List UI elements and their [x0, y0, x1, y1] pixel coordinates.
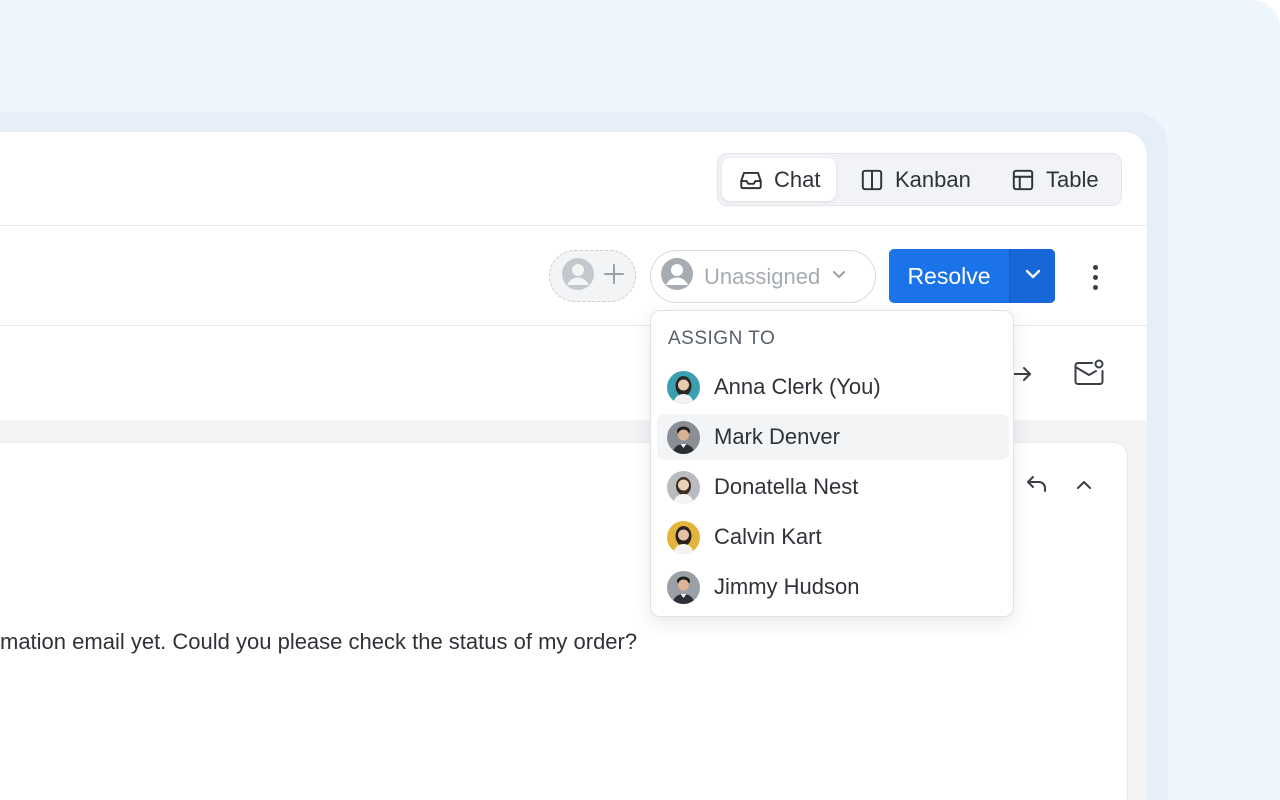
resolve-split-button: Resolve: [889, 249, 1055, 303]
assignee-option[interactable]: Calvin Kart: [657, 514, 1009, 560]
tab-kanban-label: Kanban: [895, 166, 971, 192]
tab-chat-label: Chat: [774, 166, 821, 192]
reply-icon: [1024, 476, 1050, 501]
table-icon: [1010, 167, 1036, 193]
dropdown-header: ASSIGN TO: [668, 328, 776, 349]
assignee-select-label: Unassigned: [704, 263, 821, 289]
assignee-name: Donatella Nest: [714, 474, 859, 499]
assignee-name: Jimmy Hudson: [714, 574, 860, 599]
tab-chat[interactable]: Chat: [722, 158, 837, 201]
plus-icon: [603, 263, 625, 290]
avatar: [667, 470, 700, 504]
chevron-up-icon: [1072, 481, 1096, 501]
avatar: [667, 420, 700, 454]
collapse-button[interactable]: [1072, 473, 1096, 502]
app-background: Chat Kanban Table Unassigned Resolve mat…: [0, 0, 1280, 800]
tab-table[interactable]: Table: [1010, 158, 1099, 201]
chevron-down-icon: [830, 265, 848, 288]
assign-dropdown: ASSIGN TO Anna Clerk (You) Mark Denver D…: [650, 310, 1014, 617]
chevron-down-icon: [1022, 263, 1044, 290]
resolve-options-button[interactable]: [1009, 249, 1055, 303]
user-placeholder-icon: [660, 257, 694, 296]
avatar: [667, 520, 700, 554]
mail-notification-icon: [1072, 359, 1106, 394]
view-switcher: Chat Kanban Table: [717, 153, 1122, 206]
user-placeholder-icon: [561, 257, 595, 296]
assignee-name: Mark Denver: [714, 424, 840, 449]
assignee-option[interactable]: Donatella Nest: [657, 464, 1009, 510]
avatar: [667, 570, 700, 604]
avatar: [667, 370, 700, 404]
add-participant-button[interactable]: [549, 250, 636, 302]
assignee-option[interactable]: Anna Clerk (You): [657, 364, 1009, 410]
columns-icon: [859, 167, 885, 193]
tab-table-label: Table: [1046, 166, 1099, 192]
more-options-button[interactable]: [1082, 258, 1108, 296]
message-body: mation email yet. Could you please check…: [0, 629, 638, 654]
assignee-select[interactable]: Unassigned: [650, 250, 876, 303]
email-button[interactable]: [1072, 356, 1106, 395]
header-divider: [0, 225, 1147, 226]
assignee-option[interactable]: Mark Denver: [657, 414, 1009, 460]
assignee-name: Calvin Kart: [714, 524, 822, 549]
assignee-option[interactable]: Jimmy Hudson: [657, 564, 1009, 610]
assignee-name: Anna Clerk (You): [714, 374, 881, 399]
reply-button[interactable]: [1024, 471, 1050, 502]
inbox-icon: [738, 167, 764, 193]
resolve-button[interactable]: Resolve: [889, 249, 1009, 303]
tab-kanban[interactable]: Kanban: [859, 158, 971, 201]
